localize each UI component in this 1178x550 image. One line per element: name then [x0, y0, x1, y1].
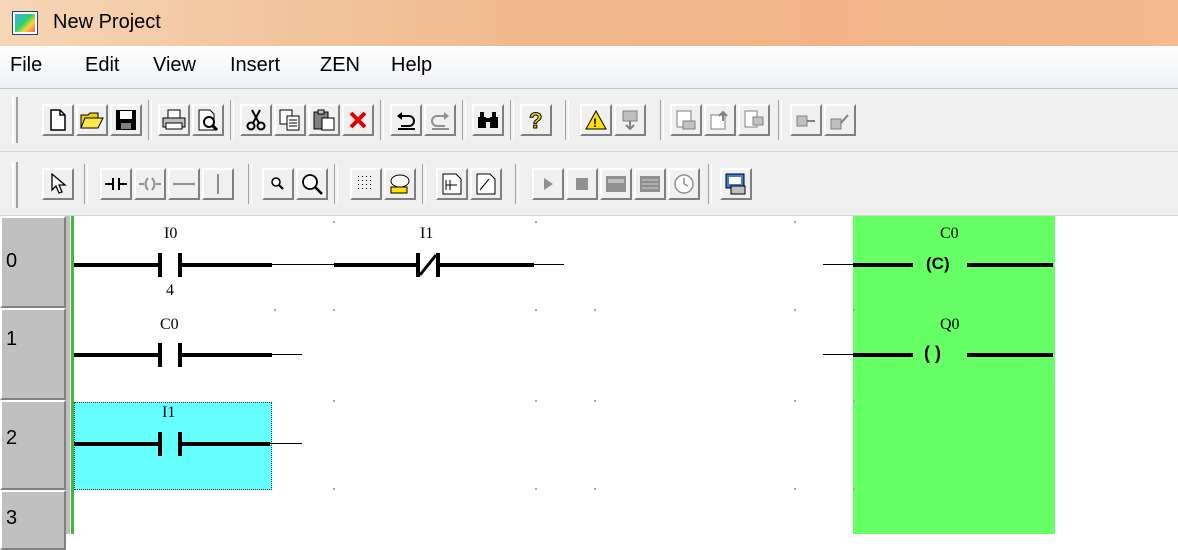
connect-icon[interactable] [790, 104, 822, 136]
contact-wire [182, 442, 270, 446]
window-title: New Project [53, 11, 161, 33]
contact-wire [182, 353, 272, 357]
print-preview-icon[interactable] [192, 104, 224, 136]
open-icon[interactable] [76, 104, 108, 136]
list-icon[interactable] [634, 168, 666, 200]
menu-insert[interactable]: Insert [230, 54, 280, 77]
row-header[interactable]: 2 [0, 400, 66, 490]
grid-icon[interactable] [350, 168, 382, 200]
transfer-icon[interactable] [614, 104, 646, 136]
contact-label: I1 [162, 404, 176, 421]
contact-wire [74, 442, 158, 446]
row-number: 2 [6, 427, 18, 449]
row-header[interactable]: 3 [0, 490, 66, 550]
nc-contact-icon [416, 253, 440, 277]
link-wire [534, 264, 564, 265]
pointer-icon[interactable] [42, 168, 74, 200]
svg-text:?: ? [529, 109, 542, 131]
counter-value: 4 [166, 282, 174, 299]
upload-icon[interactable] [704, 104, 736, 136]
warning-icon[interactable]: ! [580, 104, 612, 136]
coil-label: Q0 [940, 316, 960, 333]
compile-icon[interactable] [670, 104, 702, 136]
row-header-panel: 0 1 2 3 [0, 216, 70, 550]
save-icon[interactable] [110, 104, 142, 136]
link-wire [270, 443, 302, 444]
find-icon[interactable] [472, 104, 504, 136]
zoom-in-icon[interactable] [262, 168, 294, 200]
menu-help[interactable]: Help [391, 54, 432, 77]
stop-icon[interactable] [566, 168, 598, 200]
row-number: 0 [6, 250, 18, 272]
horizontal-line-icon[interactable] [168, 168, 200, 200]
menu-bar: File Edit View Insert ZEN Help [0, 46, 1178, 89]
contact-wire [440, 263, 534, 267]
row-header[interactable]: 0 [0, 216, 66, 308]
contact-wire [74, 263, 158, 267]
zoom-out-icon[interactable] [296, 168, 328, 200]
copy-icon[interactable] [274, 104, 306, 136]
toolbar1-grip[interactable] [12, 97, 18, 143]
contact-plate [158, 343, 162, 367]
menu-zen[interactable]: ZEN [320, 54, 360, 77]
help-icon[interactable]: ? [520, 104, 552, 136]
row-number: 1 [6, 328, 18, 350]
redo-icon[interactable] [424, 104, 456, 136]
contact-plate [158, 253, 162, 277]
ladder-diagram[interactable]: I0 I1 C0 (C) 4 C0 Q0 ( ) I1 [74, 216, 1178, 534]
title-bar: New Project [0, 0, 1178, 46]
coil-symbol: (C) [926, 254, 950, 273]
contact-plate [158, 432, 162, 456]
program-view-icon[interactable] [436, 168, 468, 200]
settings-icon[interactable] [720, 168, 752, 200]
coil-wire [853, 353, 913, 357]
toolbar2-grip[interactable] [12, 162, 18, 208]
coil-wire [967, 353, 1053, 357]
link-wire [823, 264, 853, 265]
coil-wire [853, 263, 913, 267]
cut-icon[interactable] [240, 104, 272, 136]
link-wire [823, 354, 853, 355]
contact-wire [334, 263, 420, 267]
run-icon[interactable] [532, 168, 564, 200]
vertical-line-icon[interactable] [202, 168, 234, 200]
paste-icon[interactable] [308, 104, 340, 136]
coil-label: C0 [940, 225, 959, 242]
coil-wire [967, 263, 1053, 267]
svg-text:!: ! [593, 116, 597, 130]
toolbar-area: ? ! [0, 89, 1178, 216]
menu-view[interactable]: View [153, 54, 196, 77]
clock-icon[interactable] [668, 168, 700, 200]
row-header[interactable]: 1 [0, 308, 66, 400]
row-number: 3 [6, 507, 18, 529]
contact-wire [74, 353, 158, 357]
print-icon[interactable] [158, 104, 190, 136]
contact-wire [182, 263, 272, 267]
new-icon[interactable] [42, 104, 74, 136]
contact-label: C0 [160, 316, 179, 333]
monitor-icon[interactable] [600, 168, 632, 200]
link-wire [272, 354, 302, 355]
menu-file[interactable]: File [10, 54, 42, 77]
contact-label: I1 [420, 225, 434, 242]
undo-icon[interactable] [390, 104, 422, 136]
coil-symbol: ( ) [924, 343, 941, 363]
menu-edit[interactable]: Edit [85, 54, 119, 77]
app-icon[interactable] [12, 11, 38, 35]
memory-view-icon[interactable] [470, 168, 502, 200]
contact-label: I0 [164, 225, 178, 242]
delete-icon[interactable] [342, 104, 374, 136]
comment-icon[interactable] [384, 168, 416, 200]
contact-icon[interactable] [100, 168, 132, 200]
download-icon[interactable] [738, 104, 770, 136]
coil-icon[interactable] [134, 168, 166, 200]
link-wire [272, 264, 334, 265]
disconnect-icon[interactable] [824, 104, 856, 136]
